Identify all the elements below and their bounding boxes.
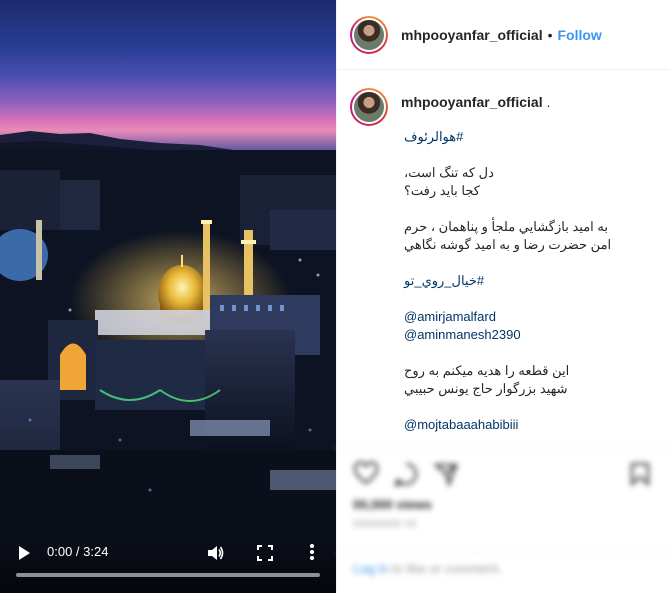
- caption-line: كجا بايد رفت؟: [404, 183, 480, 198]
- post-date: 00000000 00: [353, 519, 417, 530]
- caption-body: #هوالرئوف دل که تنگ است، كجا بايد رفت؟ به ا…: [404, 128, 654, 434]
- caption-username[interactable]: mhpooyanfar_official .: [401, 94, 550, 110]
- caption-line: امن حضرت رضا و به اميد گوشه نگاهي: [404, 237, 612, 252]
- play-icon[interactable]: [16, 545, 32, 561]
- caption-gap: [404, 398, 654, 416]
- share-icon[interactable]: [433, 461, 459, 487]
- caption-line: به اميد بازگشايي ملجأ و پناهمان ، حرم: [404, 219, 608, 234]
- follow-button[interactable]: Follow: [558, 27, 602, 43]
- fullscreen-icon[interactable]: [257, 545, 273, 561]
- post-sidebar: mhpooyanfar_official • Follow mhpooyanfa…: [336, 0, 670, 593]
- caption-username-text[interactable]: mhpooyanfar_official: [401, 94, 543, 110]
- caption-link[interactable]: @amirjamalfard: [404, 308, 654, 326]
- caption-gap: [404, 290, 654, 308]
- time-current: 0:00: [47, 544, 73, 559]
- caption-line: اين قطعه را هديه ميكنم به روح: [404, 363, 570, 378]
- heart-icon[interactable]: [353, 461, 379, 487]
- caption-avatar[interactable]: [350, 88, 388, 126]
- header-dot: •: [547, 26, 553, 43]
- post-actions-blurred: 00,000 views 00000000 00 Log in to like …: [337, 448, 670, 593]
- post-header: mhpooyanfar_official • Follow: [337, 0, 670, 70]
- login-prompt: Log in to like or comment.: [353, 561, 502, 576]
- time-separator: /: [72, 544, 84, 559]
- caption-gap: [404, 344, 654, 362]
- more-vertical-icon[interactable]: [304, 543, 320, 561]
- avatar[interactable]: [350, 15, 388, 54]
- post-caption: mhpooyanfar_official . #هوالرئوف دل که تن…: [337, 70, 670, 448]
- video-time: 0:00 / 3:24: [47, 544, 108, 559]
- caption-gap: [404, 200, 654, 218]
- divider: [337, 553, 670, 554]
- shrine-cityscape-image: [0, 150, 336, 593]
- bookmark-icon[interactable]: [627, 461, 653, 487]
- video-progress-bar[interactable]: [16, 573, 320, 577]
- header-username[interactable]: mhpooyanfar_official: [401, 27, 543, 43]
- video-controls: 0:00 / 3:24: [0, 531, 336, 593]
- caption-line: دل که تنگ است،: [404, 165, 494, 180]
- caption-link[interactable]: #خيال_روي_تو: [404, 272, 654, 290]
- login-link[interactable]: Log in: [353, 561, 388, 576]
- caption-link[interactable]: @aminmanesh2390: [404, 326, 654, 344]
- caption-gap: [404, 254, 654, 272]
- caption-gap: [404, 146, 654, 164]
- view-count: 00,000 views: [353, 497, 432, 512]
- caption-link[interactable]: @mojtabaaahabibiii: [404, 416, 654, 434]
- action-icons: [353, 461, 653, 491]
- caption-link[interactable]: #هوالرئوف: [404, 128, 654, 146]
- caption-line: شهيد بزرگوار حاج يونس حبيبي: [404, 381, 568, 396]
- caption-username-suffix: .: [542, 94, 551, 110]
- login-text: to like or comment.: [388, 561, 502, 576]
- comment-icon[interactable]: [393, 461, 419, 487]
- video-player[interactable]: 0:00 / 3:24: [0, 0, 336, 593]
- volume-icon[interactable]: [206, 544, 224, 562]
- time-total: 3:24: [83, 544, 109, 559]
